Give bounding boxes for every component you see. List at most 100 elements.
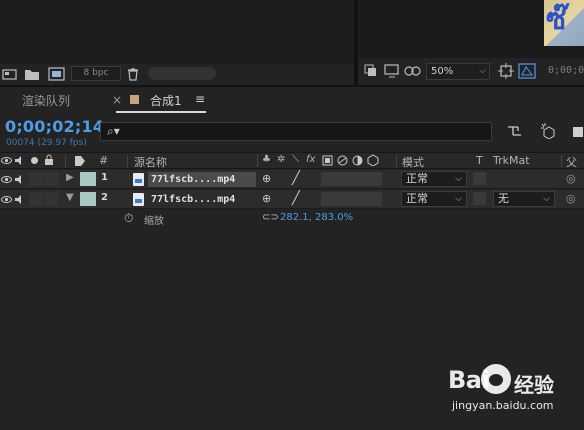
switch-cell[interactable] (321, 172, 337, 186)
shy-switch-icon[interactable]: ⊕ (262, 172, 271, 185)
frame-count-display: 00074 (29.97 fps) (6, 138, 87, 148)
quality-switch-icon[interactable]: ⟍ (292, 154, 299, 165)
adjustment-layer-icon[interactable] (352, 155, 363, 166)
comp-label-swatch (130, 95, 139, 104)
preserve-transparency-toggle[interactable] (473, 172, 486, 185)
lock-toggle[interactable] (44, 192, 58, 206)
layer-search-input[interactable]: ⌕▾ (100, 122, 492, 141)
chevron-down-icon: ⌵ (455, 174, 462, 184)
track-matte-select[interactable]: 无 ⌵ (493, 191, 555, 207)
panel-tab-bar: 渲染队列 × 合成1 ≡ (0, 87, 584, 114)
video-eye-icon[interactable] (1, 194, 12, 205)
frame-blend-icon[interactable] (322, 155, 333, 166)
property-row-scale[interactable]: ⏱ 缩放 ⊂⊃ 282.1, 283.0% (0, 210, 584, 228)
magnification-select[interactable]: 50% ⌵ (426, 63, 490, 80)
effects-switch-icon[interactable]: fx (306, 154, 315, 165)
trash-icon[interactable] (126, 67, 140, 81)
color-depth-button[interactable]: 8 bpc (71, 66, 121, 81)
always-preview-icon[interactable] (364, 64, 378, 78)
project-toolbar: 8 bpc (0, 64, 354, 85)
col-parent[interactable]: 父 (566, 154, 577, 170)
new-folder-icon[interactable] (24, 67, 40, 81)
switch-cell[interactable] (366, 192, 382, 206)
blend-mode-select[interactable]: 正常 ⌵ (401, 171, 467, 187)
solo-icon[interactable] (30, 156, 39, 165)
collapse-arrow-icon[interactable]: ▼ (66, 192, 74, 203)
region-of-interest-icon[interactable] (498, 63, 514, 79)
col-mode[interactable]: 模式 (402, 154, 424, 170)
video-eye-icon[interactable] (1, 174, 12, 185)
baidu-paw-icon (481, 364, 511, 394)
layer-label-color[interactable] (80, 192, 96, 206)
layer-row[interactable]: ▶ 1 77lfscb....mp4 ⊕ ╱ 正常 ⌵ ◎ (0, 170, 584, 189)
comp-mini-flowchart-icon[interactable] (506, 124, 524, 138)
lock-toggle[interactable] (44, 172, 58, 186)
quality-switch-icon[interactable]: ╱ (292, 191, 300, 206)
footage-file-icon (133, 173, 144, 186)
footage-file-icon (133, 193, 144, 206)
property-value[interactable]: 282.1, 283.0% (280, 212, 353, 223)
current-time-display[interactable]: 0;00;02;14 (5, 117, 104, 136)
hide-shy-layers-icon[interactable] (572, 124, 584, 138)
video-eye-icon[interactable] (1, 155, 12, 166)
switch-cell[interactable] (366, 172, 382, 186)
baidu-jingyan-text: 经验 (514, 373, 554, 397)
active-tab-indicator (116, 111, 206, 113)
col-t: T (476, 154, 483, 167)
audio-speaker-icon[interactable] (14, 155, 25, 166)
solo-toggle[interactable] (29, 192, 43, 206)
layer-source-name[interactable]: 77lfscb....mp4 (148, 192, 256, 207)
constrain-proportions-icon[interactable]: ⊂⊃ (262, 212, 279, 223)
3d-layer-icon[interactable] (367, 154, 379, 166)
tab-composition[interactable]: 合成1 (150, 92, 182, 109)
viewer-frame-preview: ซ๊ (544, 0, 584, 46)
chevron-down-icon: ⌵ (543, 194, 550, 204)
interpret-footage-icon[interactable] (2, 67, 18, 81)
chevron-down-icon: ⌵ (455, 194, 462, 204)
close-icon[interactable]: × (112, 93, 122, 107)
shy-switch-icon[interactable]: ♣ (262, 154, 271, 165)
monitor-icon[interactable] (384, 64, 400, 78)
quality-switch-icon[interactable]: ╱ (292, 171, 300, 186)
expand-arrow-icon[interactable]: ▶ (66, 172, 74, 183)
audio-speaker-icon[interactable] (14, 194, 25, 205)
property-name: 缩放 (144, 216, 164, 227)
layer-label-color[interactable] (80, 172, 96, 186)
panel-menu-icon[interactable]: ≡ (195, 92, 205, 106)
collapse-switch-icon[interactable]: ✲ (277, 154, 285, 165)
mask-visibility-icon[interactable] (404, 64, 422, 78)
solo-toggle[interactable] (29, 172, 43, 186)
new-composition-icon[interactable] (48, 67, 66, 81)
switch-cell[interactable] (336, 192, 352, 206)
motion-blur-icon[interactable] (337, 155, 348, 166)
layer-source-name[interactable]: 77lfscb....mp4 (148, 172, 256, 187)
viewer-current-time[interactable]: 0;00;02; (548, 65, 584, 76)
draft-3d-icon[interactable] (540, 123, 558, 139)
col-source-name[interactable]: 源名称 (134, 154, 167, 170)
lock-icon[interactable] (44, 154, 54, 166)
layer-row[interactable]: ▼ 2 77lfscb....mp4 ⊕ ╱ 正常 ⌵ 无 ⌵ ◎ (0, 190, 584, 209)
layer-number: 1 (101, 172, 108, 183)
preserve-transparency-toggle[interactable] (473, 192, 486, 205)
parent-pickwhip-icon[interactable]: ◎ (566, 172, 576, 185)
stopwatch-icon[interactable]: ⏱ (124, 211, 133, 226)
label-tag-icon[interactable] (74, 155, 86, 167)
switch-cell[interactable] (351, 192, 367, 206)
tab-render-queue[interactable]: 渲染队列 (22, 92, 70, 109)
shy-switch-icon[interactable]: ⊕ (262, 192, 271, 205)
watermark-url: jingyan.baidu.com (452, 399, 554, 412)
layer-column-header: # 源名称 ♣ ✲ ⟍ fx 模式 T TrkMat 父 (0, 152, 584, 169)
project-panel (0, 0, 354, 64)
switch-cell[interactable] (321, 192, 337, 206)
switch-cell[interactable] (336, 172, 352, 186)
col-trkmat[interactable]: TrkMat (493, 154, 530, 167)
layer-number: 2 (101, 192, 108, 203)
audio-speaker-icon[interactable] (14, 174, 25, 185)
search-icon: ⌕▾ (107, 124, 120, 138)
parent-pickwhip-icon[interactable]: ◎ (566, 192, 576, 205)
switch-cell[interactable] (351, 172, 367, 186)
blend-mode-select[interactable]: 正常 ⌵ (401, 191, 467, 207)
thumbnail-size-slider[interactable] (148, 67, 216, 80)
transparency-grid-icon[interactable] (518, 63, 536, 79)
composition-viewer[interactable]: ซ๊ (358, 0, 584, 58)
